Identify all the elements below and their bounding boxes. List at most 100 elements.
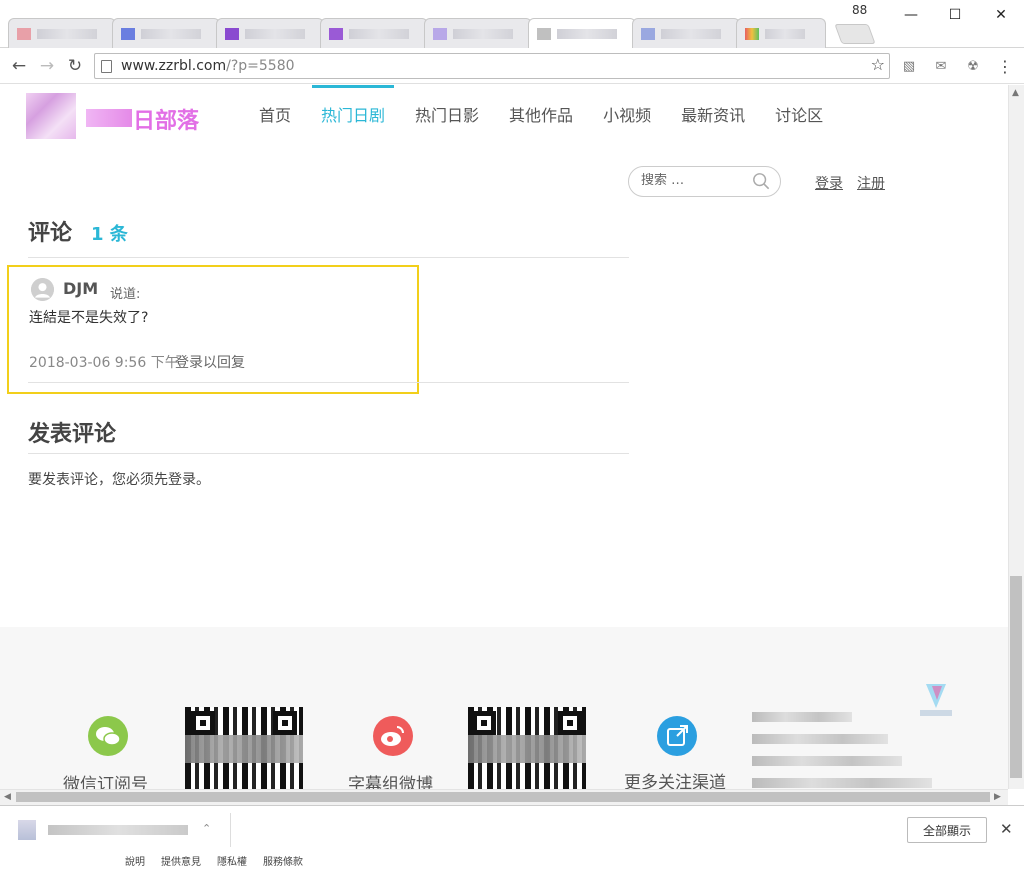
tab-title-blurred: [37, 29, 97, 39]
close-download-bar-icon[interactable]: ✕: [1000, 820, 1013, 838]
favicon-icon: [537, 28, 551, 40]
weibo-qr-code: [468, 707, 586, 789]
scroll-up-icon[interactable]: ▲: [1012, 88, 1019, 98]
blurred-text: [752, 778, 932, 788]
privacy-link[interactable]: 隱私權: [217, 853, 247, 868]
tab-title-blurred: [557, 29, 617, 39]
nav-item-home[interactable]: 首页: [244, 85, 306, 147]
more-channels-label[interactable]: 更多关注渠道: [624, 768, 726, 789]
browser-tab[interactable]: [216, 18, 324, 48]
tab-title-blurred: [765, 29, 805, 39]
favicon-icon: [745, 28, 759, 40]
comment-author[interactable]: DJM: [63, 279, 98, 298]
new-tab-button[interactable]: [834, 24, 876, 44]
nav-item-forum[interactable]: 讨论区: [760, 85, 838, 147]
tab-count: 88: [852, 3, 868, 17]
reload-icon[interactable]: ↻: [63, 54, 87, 78]
wechat-icon[interactable]: [88, 716, 128, 756]
avatar: [31, 278, 54, 301]
search-input[interactable]: [641, 173, 741, 188]
help-link[interactable]: 說明: [125, 853, 145, 868]
favicon-icon: [433, 28, 447, 40]
title-bar: 88 — ☐ ✕: [0, 0, 1024, 48]
favicon-icon: [121, 28, 135, 40]
comments-title: 评论: [28, 221, 73, 246]
download-file-icon[interactable]: [18, 820, 36, 840]
search-icon[interactable]: [752, 172, 770, 190]
divider: [28, 453, 629, 454]
scroll-right-icon[interactable]: ▶: [994, 792, 1001, 802]
comments-count: 1 条: [91, 224, 128, 245]
maximize-icon[interactable]: ☐: [932, 0, 978, 30]
address-bar[interactable]: www.zzrbl.com/?p=5580 ☆: [94, 53, 890, 79]
menu-kebab-icon[interactable]: ⋮: [996, 57, 1014, 76]
nav-item-short-videos[interactable]: 小视频: [588, 85, 666, 147]
scroll-left-icon[interactable]: ◀: [4, 792, 11, 802]
minimize-icon[interactable]: —: [888, 0, 934, 30]
extension-icon[interactable]: ▧: [900, 57, 918, 75]
tab-title-blurred: [141, 29, 201, 39]
feedback-link[interactable]: 提供意見: [161, 853, 201, 868]
wechat-qr-code: [185, 707, 303, 789]
watermark-logo-icon: [920, 684, 952, 716]
close-icon[interactable]: ✕: [978, 0, 1024, 30]
main-nav: 首页 热门日剧 热门日影 其他作品 小视频 最新资讯 讨论区: [244, 85, 838, 147]
browser-tab[interactable]: [8, 18, 116, 48]
search-box: [628, 166, 781, 197]
login-to-reply-link[interactable]: 登录以回复: [175, 352, 245, 372]
divider: [28, 257, 629, 258]
extension-icon[interactable]: ✉: [932, 57, 950, 75]
site-logo-icon[interactable]: [26, 93, 76, 139]
comment-body: 连結是不是失效了?: [29, 310, 149, 326]
favicon-icon: [329, 28, 343, 40]
wechat-label[interactable]: 微信订阅号: [63, 770, 148, 789]
blurred-text: [752, 712, 852, 722]
share-icon[interactable]: [657, 716, 697, 756]
browser-tab[interactable]: [112, 18, 220, 48]
nav-item-hot-movies[interactable]: 热门日影: [400, 85, 494, 147]
browser-tab-active[interactable]: [528, 18, 636, 48]
url-text[interactable]: www.zzrbl.com/?p=5580: [121, 58, 295, 74]
divider: [28, 382, 629, 383]
browser-tab[interactable]: [632, 18, 740, 48]
divider: [230, 813, 231, 847]
register-link[interactable]: 注册: [857, 173, 885, 193]
nav-item-other-works[interactable]: 其他作品: [494, 85, 588, 147]
blurred-text: [752, 734, 888, 744]
horizontal-scroll-thumb[interactable]: [16, 792, 990, 802]
download-menu-caret-icon[interactable]: ⌃: [202, 822, 211, 835]
comment-says-label: 说道:: [110, 287, 141, 302]
show-all-downloads-button[interactable]: 全部顯示: [907, 817, 987, 843]
comment-date[interactable]: 2018-03-06 9:56 下午: [29, 352, 179, 372]
back-icon[interactable]: ←: [7, 54, 31, 78]
login-required-note: 要发表评论，您必须先登录。: [28, 472, 210, 488]
login-link[interactable]: 登录: [815, 173, 843, 193]
weibo-icon[interactable]: [373, 716, 413, 756]
tab-title-blurred: [245, 29, 305, 39]
url-path: /?p=5580: [226, 58, 295, 74]
favicon-icon: [225, 28, 239, 40]
bookmark-star-icon[interactable]: ☆: [871, 55, 885, 74]
blurred-text: [752, 756, 902, 766]
download-filename-blurred[interactable]: [48, 825, 188, 835]
weibo-label[interactable]: 字幕组微博: [348, 770, 433, 789]
vertical-scroll-thumb[interactable]: [1010, 576, 1022, 778]
terms-link[interactable]: 服務條款: [263, 853, 303, 868]
tab-title-blurred: [661, 29, 721, 39]
browser-tab[interactable]: [320, 18, 428, 48]
user-avatar-icon: [31, 278, 54, 301]
forward-icon[interactable]: →: [35, 54, 59, 78]
page-content: 日部落 首页 热门日剧 热门日影 其他作品 小视频 最新资讯 讨论区 登录 注册…: [0, 85, 1008, 789]
browser-tab[interactable]: [424, 18, 532, 48]
weibo-glyph-icon: [381, 726, 404, 746]
site-logo-text[interactable]: 日部落: [133, 103, 199, 135]
browser-tab[interactable]: [736, 18, 826, 48]
nav-item-hot-dramas[interactable]: 热门日剧: [306, 85, 400, 147]
page-info-icon[interactable]: [101, 60, 112, 73]
extension-icon[interactable]: ☢: [964, 57, 982, 75]
nav-item-news[interactable]: 最新资讯: [666, 85, 760, 147]
tab-title-blurred: [349, 29, 409, 39]
logo-text-blurred: [86, 109, 132, 127]
browser-toolbar: ← → ↻ www.zzrbl.com/?p=5580 ☆ ▧ ✉ ☢ ⋮: [0, 48, 1024, 84]
site-footer: 微信订阅号 字幕组微博 更多关注渠道: [0, 627, 1008, 789]
